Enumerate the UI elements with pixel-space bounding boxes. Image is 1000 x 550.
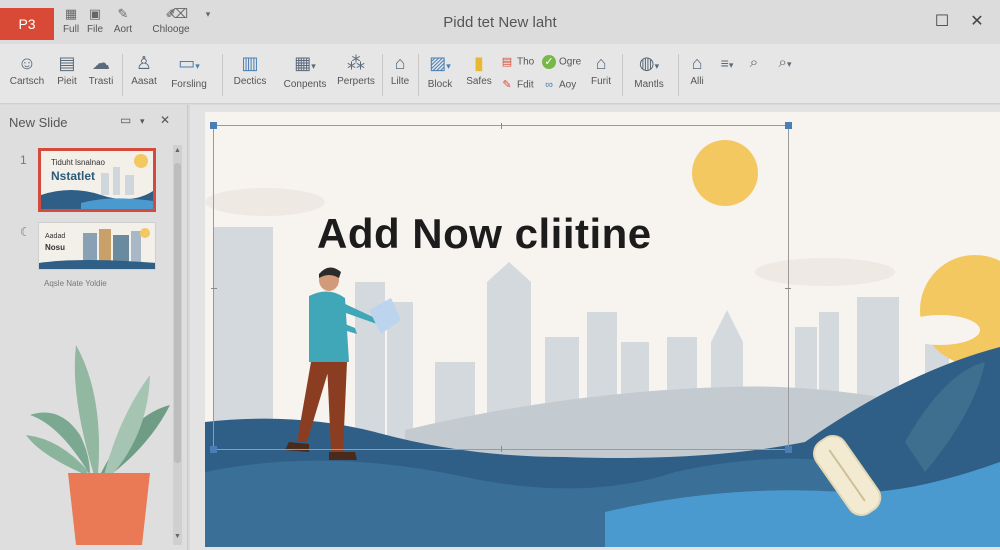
selection-box[interactable] xyxy=(210,122,792,453)
qa-eraser-button[interactable]: ⌫ xyxy=(164,6,194,22)
powerpoint-window: P3 ▦ Full ▣ File ✎ Aort ✐ Chlooge ⌫ ▾ Pi… xyxy=(0,0,1000,550)
close-icon: ✕ xyxy=(160,113,171,127)
ribbon-safes-button[interactable]: ▮ Safes xyxy=(462,52,496,87)
scroll-down-arrow[interactable]: ▼ xyxy=(173,533,182,540)
ribbon-separator xyxy=(122,54,123,96)
ribbon-trasti-button[interactable]: ☁ Trasti xyxy=(84,52,118,87)
ribbon-tho-button[interactable]: ▤ Tho xyxy=(500,55,534,69)
ribbon-separator xyxy=(418,54,419,96)
house-icon: ⌂ xyxy=(394,53,406,73)
resize-handle[interactable] xyxy=(785,446,792,453)
cloud-icon: ☁ xyxy=(92,53,110,73)
app-logo-badge[interactable]: P3 xyxy=(0,8,54,40)
ribbon-ogre-button[interactable]: ✓ Ogre xyxy=(542,55,581,69)
check-icon: ✓ xyxy=(542,55,556,69)
ribbon-find-button[interactable]: ⌕▾ xyxy=(768,52,802,75)
ribbon-fdit-button[interactable]: ✎ Fdit xyxy=(500,78,533,92)
resize-handle-right[interactable] xyxy=(785,288,791,289)
current-slide[interactable]: Add Now cliitine xyxy=(205,112,1000,547)
ribbon-cartsch-button[interactable]: ☺ Cartsch xyxy=(6,52,48,87)
slide-thumbnail-1[interactable]: Tiduht lsnalnao Nstatlet xyxy=(38,148,156,212)
ribbon: ☺ Cartsch ▤ Pieit ☁ Trasti ♙ Aasat ▭▾ Fo… xyxy=(0,44,1000,104)
pane-menu-button[interactable]: ▾ xyxy=(140,113,145,127)
shapes-icon: ⁂ xyxy=(347,53,365,73)
search-icon: ⌕ xyxy=(749,54,759,71)
thumbnail-2-subtitle: Aadad xyxy=(45,233,66,240)
thumbnail-1-subtitle: Tiduht lsnalnao xyxy=(51,158,105,167)
resize-handle[interactable] xyxy=(210,446,217,453)
edit-icon: ✎ xyxy=(502,79,512,91)
scroll-up-arrow[interactable]: ▲ xyxy=(173,147,182,154)
maximize-icon: ☐ xyxy=(934,13,950,30)
maximize-button[interactable]: ☐ xyxy=(930,10,954,34)
ribbon-separator xyxy=(222,54,223,96)
plant-illustration xyxy=(26,345,170,545)
align-icon: ≡▾ xyxy=(720,55,734,71)
slides-pane: New Slide ▭ ▾ ✕ 1 Tiduht lsnalnao Nstatl… xyxy=(0,105,188,550)
slide-number: 1 xyxy=(20,153,27,167)
ribbon-furit-button[interactable]: ⌂ Furit xyxy=(586,52,616,87)
ribbon-separator xyxy=(382,54,383,96)
building-icon: ⌂ xyxy=(691,53,703,73)
display-icon: ▭▾ xyxy=(178,53,200,73)
pane-title: New Slide xyxy=(9,115,68,130)
ribbon-aoy-button[interactable]: ∞ Aoy xyxy=(542,78,576,92)
ribbon-align-button[interactable]: ≡▾ xyxy=(714,52,740,76)
chevron-down-icon: ▾ xyxy=(140,116,145,126)
globe-icon: ◍▾ xyxy=(638,53,660,73)
ribbon-dectics-button[interactable]: ▥ Dectics xyxy=(226,52,274,87)
chevron-down-icon: ▾ xyxy=(205,9,211,19)
close-icon: ✕ xyxy=(970,13,984,30)
resize-handle[interactable] xyxy=(785,122,792,129)
scroll-thumb[interactable] xyxy=(174,163,181,463)
thumbnail-caption: Aqsle Nate Yoldie xyxy=(44,279,107,288)
pane-close-button[interactable]: ✕ xyxy=(160,113,170,127)
ribbon-block-button[interactable]: ▨▾ Block xyxy=(422,52,458,90)
resize-handle-bottom[interactable] xyxy=(501,446,502,452)
clipboard-icon: ▤ xyxy=(58,53,76,73)
resize-handle-top[interactable] xyxy=(501,123,502,129)
ribbon-pieit-button[interactable]: ▤ Pieit xyxy=(50,52,84,87)
thumbnail-1-title: Nstatlet xyxy=(51,169,96,183)
slide-canvas: Add Now cliitine xyxy=(190,105,1000,550)
ribbon-conpents-button[interactable]: ▦▾ Conpents xyxy=(278,52,332,90)
slides-scrollbar[interactable]: ▲ ▼ xyxy=(173,145,182,545)
ribbon-alli-button[interactable]: ⌂ Alli xyxy=(684,52,710,87)
close-window-button[interactable]: ✕ xyxy=(965,10,989,34)
slide-star-marker: ☾ xyxy=(20,225,31,239)
restore-icon: ▭ xyxy=(120,113,132,127)
slide-thumbnail-2[interactable]: Aadad Nosu xyxy=(38,222,156,270)
person-icon: ☺ xyxy=(17,53,37,73)
ribbon-mantls-button[interactable]: ◍▾ Mantls xyxy=(626,52,672,90)
home-icon: ⌂ xyxy=(595,53,607,73)
pane-restore-button[interactable]: ▭ xyxy=(120,113,131,127)
ribbon-separator xyxy=(678,54,679,96)
picture-icon: ▨▾ xyxy=(429,53,451,73)
link-icon: ∞ xyxy=(545,79,553,91)
document-icon: ▥ xyxy=(241,53,259,73)
eraser-icon: ⌫ xyxy=(169,6,189,21)
ribbon-zoom-button[interactable]: ⌕ xyxy=(744,52,764,74)
ribbon-separator xyxy=(622,54,623,96)
ribbon-forsling-button[interactable]: ▭▾ Forsling xyxy=(164,52,214,90)
thumbnail-2-title: Nosu xyxy=(45,243,65,252)
user-icon: ♙ xyxy=(135,53,153,73)
ribbon-aasat-button[interactable]: ♙ Aasat xyxy=(126,52,162,87)
qa-customize-button[interactable]: ▾ xyxy=(196,6,220,22)
magnifier-icon: ⌕▾ xyxy=(778,54,792,71)
document-small-icon: ▤ xyxy=(501,56,513,68)
table-icon: ▦▾ xyxy=(294,53,316,73)
ribbon-lilte-button[interactable]: ⌂ Lilte xyxy=(386,52,414,87)
ribbon-perperts-button[interactable]: ⁂ Perperts xyxy=(334,52,378,87)
resize-handle[interactable] xyxy=(210,122,217,129)
resize-handle-left[interactable] xyxy=(211,288,217,289)
title-bar: P3 ▦ Full ▣ File ✎ Aort ✐ Chlooge ⌫ ▾ Pi… xyxy=(0,0,1000,44)
folder-icon: ▮ xyxy=(474,53,484,73)
